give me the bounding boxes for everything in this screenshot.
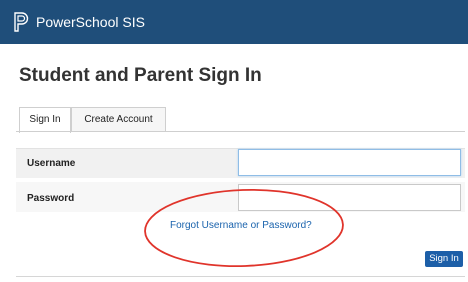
sign-in-button[interactable]: Sign In bbox=[425, 251, 463, 267]
tab-sign-in[interactable]: Sign In bbox=[19, 107, 71, 133]
tab-divider bbox=[16, 131, 465, 132]
forgot-credentials-link[interactable]: Forgot Username or Password? bbox=[170, 219, 312, 232]
footer-divider bbox=[16, 276, 465, 277]
tab-create-account[interactable]: Create Account bbox=[71, 107, 166, 132]
username-input[interactable] bbox=[238, 149, 461, 176]
username-label: Username bbox=[27, 158, 76, 169]
top-bar: PowerSchool SIS bbox=[0, 0, 468, 44]
password-label: Password bbox=[27, 193, 75, 204]
powerschool-logo-icon bbox=[14, 12, 29, 32]
brand-name: PowerSchool SIS bbox=[36, 14, 145, 30]
page-title: Student and Parent Sign In bbox=[19, 65, 262, 86]
